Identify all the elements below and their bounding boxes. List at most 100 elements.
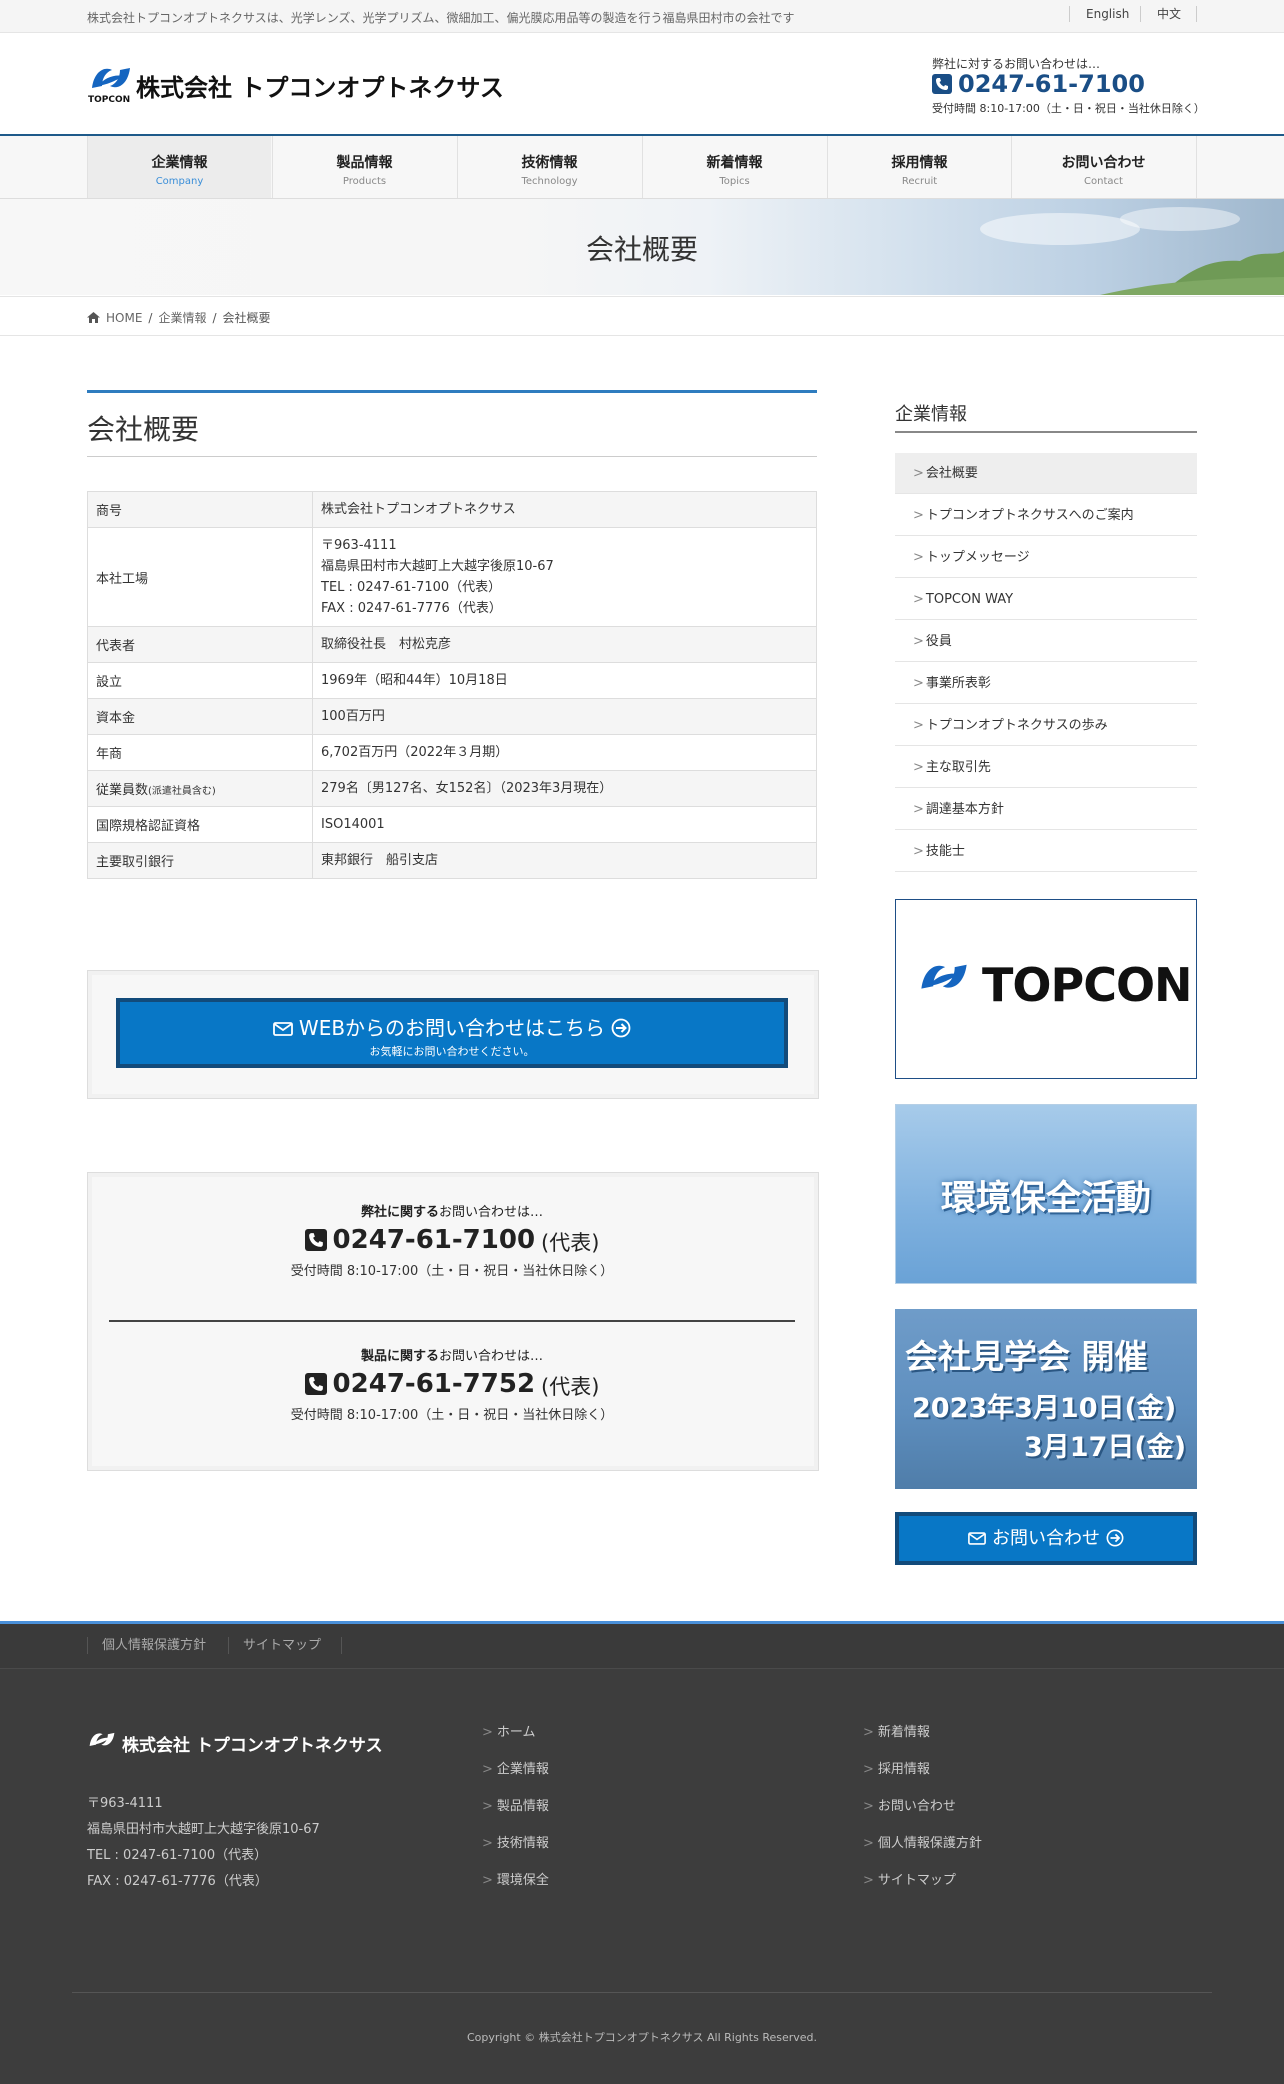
nav-topics[interactable]: 新着情報 Topics — [642, 136, 826, 198]
breadcrumb-home[interactable]: HOME — [106, 311, 142, 325]
footer-link-company[interactable]: > 企業情報 — [482, 1758, 549, 1777]
nav-label: お問い合わせ — [1061, 155, 1146, 171]
nav-technology[interactable]: 技術情報 Technology — [457, 136, 641, 198]
web-inquiry-button[interactable]: WEBからのお問い合わせはこちら お気軽にお問い合わせください。 — [116, 998, 788, 1068]
footer-link-recruit[interactable]: > 採用情報 — [863, 1758, 930, 1777]
lang-english-link[interactable]: English — [1069, 6, 1145, 22]
sidebar-item-label: 調達基本方針 — [925, 802, 1004, 817]
row-value: ISO14001 — [312, 806, 817, 843]
footer-divider — [72, 1992, 1212, 1993]
sidebar-item-clients[interactable]: > 主な取引先 — [895, 747, 1197, 788]
table-row: 資本金 100百万円 — [87, 698, 817, 735]
nav-sublabel: Contact — [1084, 176, 1123, 187]
company-contact-text: お問い合わせは… — [439, 1205, 544, 1220]
tel: TEL : 0247-61-7100（代表） — [321, 580, 502, 595]
product-contact-label: 製品に関するお問い合わせは… — [87, 1345, 817, 1364]
header-phone[interactable]: 0247-61-7100 — [932, 70, 1145, 98]
sidebar-item-technicians[interactable]: > 技能士 — [895, 831, 1197, 872]
table-row: 本社工場 〒963-4111 福島県田村市大越町上大越字後原10-67 TEL … — [87, 527, 817, 627]
sidebar-item-officers[interactable]: > 役員 — [895, 621, 1197, 662]
chevron-right-icon: > — [482, 1873, 493, 1888]
row-key: 主要取引銀行 — [87, 842, 313, 879]
row-key: 設立 — [87, 662, 313, 699]
chevron-right-icon: > — [913, 550, 924, 565]
table-row: 代表者 取締役社長 村松克彦 — [87, 626, 817, 663]
sidebar-item-history[interactable]: > トプコンオプトネクサスの歩み — [895, 705, 1197, 746]
footer-link-topics[interactable]: > 新着情報 — [863, 1721, 930, 1740]
cta-label-text: WEBからのお問い合わせはこちら — [298, 1016, 606, 1040]
sidebar-item-label: トップメッセージ — [925, 550, 1030, 565]
tour-banner-date1: 2023年3月10日(金) — [912, 1393, 1177, 1424]
company-phone[interactable]: 0247-61-7100 (代表) — [87, 1222, 817, 1257]
lang-chinese-link[interactable]: 中文 — [1140, 6, 1197, 22]
row-key: 代表者 — [87, 626, 313, 663]
chevron-right-icon: > — [863, 1725, 874, 1740]
footer-privacy-link[interactable]: 個人情報保護方針 — [87, 1637, 220, 1654]
table-row: 主要取引銀行 東邦銀行 船引支店 — [87, 842, 817, 879]
company-info-table: 商号 株式会社トプコンオプトネクサス 本社工場 〒963-4111 福島県田村市大… — [87, 491, 817, 879]
envelope-icon — [272, 1022, 293, 1036]
row-key: 商号 — [87, 491, 313, 528]
title-top-rule — [87, 390, 817, 393]
sidebar-item-label: 主な取引先 — [925, 760, 991, 775]
sidebar-item-guide[interactable]: > トプコンオプトネクサスへのご案内 — [895, 495, 1197, 536]
footer-link-products[interactable]: > 製品情報 — [482, 1795, 549, 1814]
product-phone-number: 0247-61-7752 — [332, 1368, 536, 1399]
nav-divider — [1196, 136, 1197, 198]
sidebar-contact-button[interactable]: お問い合わせ — [895, 1512, 1197, 1565]
sidebar-item-top-message[interactable]: > トップメッセージ — [895, 537, 1197, 578]
footer-sitemap-link[interactable]: サイトマップ — [228, 1637, 335, 1654]
footer-link-label: 企業情報 — [496, 1762, 549, 1777]
sidebar-item-label: 会社概要 — [925, 466, 978, 481]
footer-tel: TEL : 0247-61-7100（代表） — [87, 1848, 268, 1863]
breadcrumb-separator: / — [212, 310, 217, 325]
row-value: 東邦銀行 船引支店 — [312, 842, 817, 879]
company-contact-hours: 受付時間 8:10-17:00（土・日・祝日・当社休日除く） — [290, 1264, 614, 1279]
fax: FAX : 0247-61-7776（代表） — [321, 601, 502, 616]
breadcrumb-company[interactable]: 企業情報 — [158, 309, 206, 326]
sidebar-title: 企業情報 — [895, 404, 967, 425]
company-contact-bold: 弊社に関する — [360, 1205, 439, 1220]
chevron-right-icon: > — [913, 676, 924, 691]
sidebar-item-label: トプコンオプトネクサスの歩み — [925, 718, 1108, 733]
sidebar-item-awards[interactable]: > 事業所表彰 — [895, 663, 1197, 704]
chevron-right-icon: > — [482, 1725, 493, 1740]
row-key: 本社工場 — [87, 527, 313, 627]
chevron-right-icon: > — [913, 718, 924, 733]
nav-recruit[interactable]: 採用情報 Recruit — [827, 136, 1011, 198]
breadcrumb-current: 会社概要 — [222, 311, 271, 325]
row-value: 279名〔男127名、女152名〕（2023年3月現在） — [312, 770, 817, 807]
footer-link-privacy[interactable]: > 個人情報保護方針 — [863, 1832, 982, 1851]
tour-banner-title: 会社見学会 開催 — [905, 1337, 1148, 1376]
chevron-right-icon: > — [913, 802, 924, 817]
footer-logo-icon — [87, 1730, 117, 1762]
sidebar-item-label: TOPCON WAY — [925, 592, 1014, 607]
company-logo-text[interactable]: 株式会社 トプコンオプトネクサス — [136, 68, 504, 103]
product-contact-hours: 受付時間 8:10-17:00（土・日・祝日・当社休日除く） — [290, 1408, 614, 1423]
footer-link-sitemap[interactable]: > サイトマップ — [863, 1869, 956, 1888]
sidebar-item-procurement[interactable]: > 調達基本方針 — [895, 789, 1197, 830]
footer-link-technology[interactable]: > 技術情報 — [482, 1832, 549, 1851]
sidebar-item-topcon-way[interactable]: > TOPCON WAY — [895, 579, 1197, 620]
nav-label: 企業情報 — [151, 155, 208, 171]
nav-products[interactable]: 製品情報 Products — [272, 136, 456, 198]
arrow-circle-right-icon — [612, 1018, 631, 1038]
nav-sublabel: Company — [155, 176, 204, 187]
header-phone-number: 0247-61-7100 — [958, 70, 1145, 98]
chevron-right-icon: > — [913, 466, 924, 481]
product-phone[interactable]: 0247-61-7752 (代表) — [87, 1366, 817, 1401]
footer-link-home[interactable]: > ホーム — [482, 1721, 536, 1740]
cta-sub-label: お気軽にお問い合わせください。 — [369, 1045, 535, 1058]
chevron-right-icon: > — [863, 1762, 874, 1777]
chevron-right-icon: > — [913, 592, 924, 607]
footer-link-contact[interactable]: > お問い合わせ — [863, 1795, 956, 1814]
footer-link-environment[interactable]: > 環境保全 — [482, 1869, 549, 1888]
row-value: 6,702百万円（2022年３月期） — [312, 734, 817, 771]
nav-contact[interactable]: お問い合わせ Contact — [1011, 136, 1195, 198]
nav-label: 採用情報 — [891, 155, 948, 171]
sidebar-item-company-overview[interactable]: > 会社概要 — [895, 453, 1197, 494]
environment-banner-text: 環境保全活動 — [940, 1179, 1151, 1219]
chevron-right-icon: > — [913, 844, 924, 859]
footer-link-label: 環境保全 — [496, 1873, 549, 1888]
nav-company[interactable]: 企業情報 Company — [87, 136, 271, 198]
